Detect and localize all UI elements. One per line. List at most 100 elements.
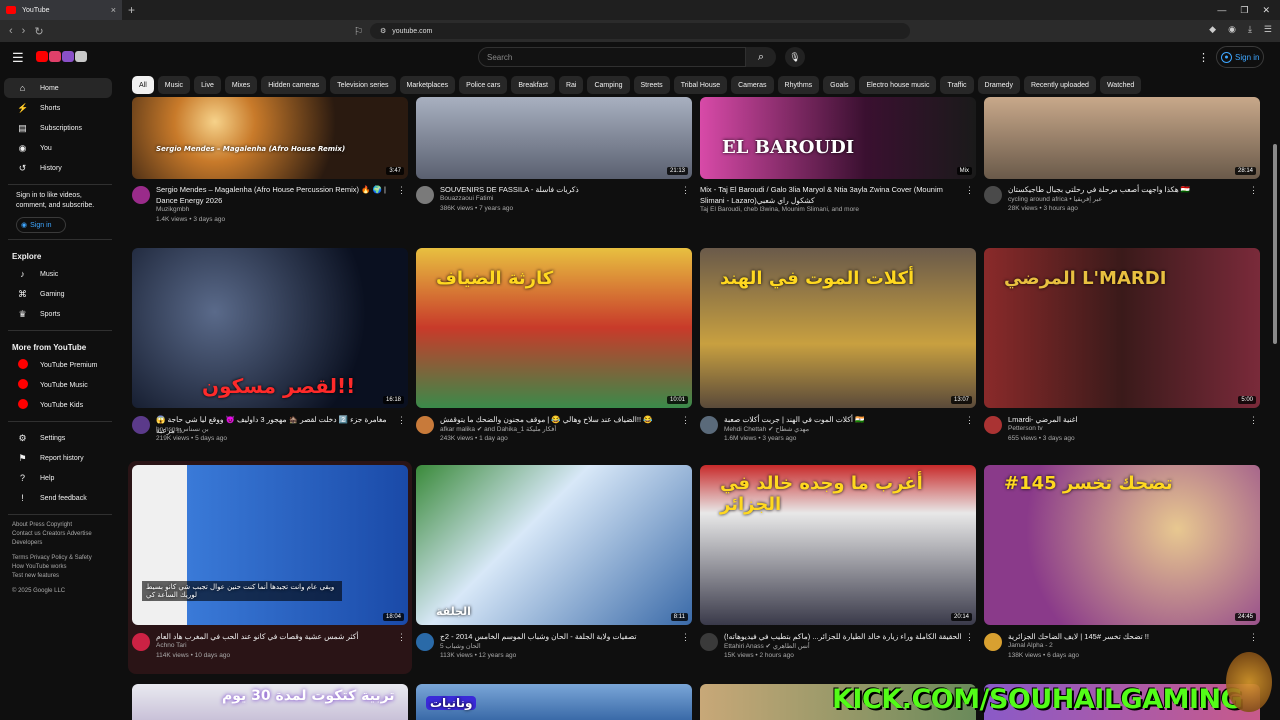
- channel-avatar[interactable]: [132, 416, 150, 434]
- filter-chip[interactable]: Rhythms: [777, 76, 820, 94]
- video-thumbnail[interactable]: #145 تضحك تخسر 24:45: [984, 465, 1260, 625]
- video-title[interactable]: هكذا واجهت أصعب مرحلة في رحلتي بجبال طاج…: [1008, 184, 1248, 195]
- video-title[interactable]: أكلات الموت في الهند | جربت أكلات صعبة 🇮…: [724, 414, 964, 425]
- filter-chip[interactable]: Streets: [633, 76, 670, 94]
- channel-avatar[interactable]: [984, 186, 1002, 204]
- profile-icon[interactable]: ◉: [1228, 24, 1236, 35]
- site-info-icon[interactable]: ⚙: [380, 27, 386, 35]
- sidebar-item-history[interactable]: ↺ History: [4, 158, 112, 178]
- video-thumbnail[interactable]: كارثة الضياف 10:01: [416, 248, 692, 408]
- more-actions-icon[interactable]: ⋮: [965, 415, 974, 426]
- video-thumbnail[interactable]: لقصر مسكون!! 16:18: [132, 248, 408, 408]
- channel-name[interactable]: Muzikgmbh: [156, 206, 189, 213]
- more-actions-icon[interactable]: ⋮: [397, 185, 406, 196]
- search-input[interactable]: Search: [478, 47, 746, 67]
- channel-name[interactable]: الحان وشباب 5: [440, 642, 481, 650]
- footer-link[interactable]: Developers: [12, 539, 108, 548]
- sidebar-item-shorts[interactable]: ⚡ Shorts: [4, 98, 112, 118]
- footer-link[interactable]: About Press Copyright: [12, 521, 108, 530]
- video-thumbnail[interactable]: 21:13: [416, 97, 692, 179]
- channel-avatar[interactable]: [416, 416, 434, 434]
- sidebar-item-you[interactable]: ◉ You: [4, 138, 112, 158]
- video-thumbnail[interactable]: ونانيات: [416, 684, 692, 720]
- filter-chip[interactable]: Camping: [587, 76, 630, 94]
- channel-avatar[interactable]: [416, 186, 434, 204]
- url-field[interactable]: ⚙ youtube.com: [370, 23, 910, 39]
- channel-name[interactable]: Mehdi Chettah ✔ مهدي شطاح: [724, 425, 809, 433]
- video-thumbnail[interactable]: أغرب ما وجده خالد في الجزائر 20:14: [700, 465, 976, 625]
- footer-link[interactable]: Test new features: [12, 572, 108, 581]
- more-actions-icon[interactable]: ⋮: [681, 632, 690, 643]
- video-title[interactable]: تضحك تخسر #145 | لايف الضاحك الجزائرية !…: [1008, 631, 1248, 642]
- sign-in-button[interactable]: ● Sign in: [1216, 46, 1264, 68]
- filter-chip[interactable]: Traffic: [940, 76, 974, 94]
- sidebar-item-sports[interactable]: ♛ Sports: [4, 304, 112, 324]
- menu-hamburger-icon[interactable]: ☰: [12, 50, 24, 66]
- video-thumbnail[interactable]: وبقى عام وانت تجبدها أنما كنت حنين عوال …: [132, 465, 408, 625]
- video-thumbnail[interactable]: تربية كتكوت لمدة 30 يوم: [132, 684, 408, 720]
- sidebar-sign-in-button[interactable]: ◉ Sign in: [16, 217, 66, 233]
- download-icon[interactable]: ⤓: [1248, 24, 1252, 35]
- filter-chip[interactable]: Mixes: [224, 76, 258, 94]
- video-title[interactable]: أكثر شمس عشية وقصات في كانو عند الحب في …: [156, 631, 396, 642]
- bookmark-icon[interactable]: ⚐: [354, 25, 364, 38]
- filter-chip[interactable]: Hidden cameras: [261, 76, 327, 94]
- forward-icon[interactable]: ›: [22, 25, 26, 37]
- sidebar-item-send-feedback[interactable]: ! Send feedback: [4, 488, 112, 508]
- youtube-logo[interactable]: [36, 51, 87, 62]
- sidebar-item-home[interactable]: ⌂ Home: [4, 78, 112, 98]
- footer-link[interactable]: Terms Privacy Policy & Safety: [12, 554, 108, 563]
- restore-icon[interactable]: ❐: [1240, 5, 1248, 16]
- filter-chip[interactable]: Breakfast: [511, 76, 555, 94]
- filter-chip[interactable]: Marketplaces: [399, 76, 456, 94]
- filter-chip[interactable]: Goals: [823, 76, 856, 94]
- sidebar-item-help[interactable]: ? Help: [4, 468, 112, 488]
- video-title[interactable]: SOUVENIRS DE FASSILA - ذكريات فاسلة: [440, 184, 680, 195]
- channel-name[interactable]: Ettahiri Anass ✔ أنس الطاهري: [724, 642, 810, 650]
- channel-avatar[interactable]: [700, 633, 718, 651]
- scrollbar-thumb[interactable]: [1273, 144, 1277, 344]
- more-actions-icon[interactable]: ⋮: [397, 632, 406, 643]
- more-actions-icon[interactable]: ⋮: [1249, 415, 1258, 426]
- filter-chip[interactable]: Cameras: [731, 76, 774, 94]
- video-title[interactable]: Lmardi- اغنية المرضي: [1008, 414, 1248, 425]
- filter-chip[interactable]: Television series: [330, 76, 396, 94]
- video-thumbnail[interactable]: الجلفة 8:11: [416, 465, 692, 625]
- channel-name[interactable]: afkar malika ✔ and Dahika_1 أفكار مليكة: [440, 425, 556, 433]
- channel-avatar[interactable]: [416, 633, 434, 651]
- video-title[interactable]: الحقيقة الكاملة وراء زيارة خالد الطيارة …: [724, 631, 964, 642]
- channel-avatar[interactable]: [132, 186, 150, 204]
- filter-chip[interactable]: Recently uploaded: [1023, 76, 1096, 94]
- close-window-icon[interactable]: ✕: [1262, 5, 1270, 16]
- back-icon[interactable]: ‹: [9, 25, 13, 37]
- filter-chip[interactable]: All: [132, 76, 154, 94]
- filter-chip[interactable]: Dramedy: [977, 76, 1020, 94]
- footer-link[interactable]: How YouTube works: [12, 563, 108, 572]
- scrollbar[interactable]: [1272, 100, 1278, 720]
- channel-name[interactable]: Jamal Alpha - 2: [1008, 642, 1053, 649]
- video-title[interactable]: الضياف عند سلاح وهالي 😂 | موقف مجنون وال…: [440, 414, 680, 425]
- video-thumbnail[interactable]: أكلات الموت في الهند 13:07: [700, 248, 976, 408]
- video-thumbnail[interactable]: المرضي L'MARDI 5:00: [984, 248, 1260, 408]
- more-actions-icon[interactable]: ⋮: [681, 415, 690, 426]
- sidebar-item-report-history[interactable]: ⚑ Report history: [4, 448, 112, 468]
- sidebar-item-gaming[interactable]: ⌘ Gaming: [4, 284, 112, 304]
- browser-tab[interactable]: YouTube ×: [0, 0, 122, 20]
- channel-name[interactable]: Achno Tari: [156, 642, 187, 649]
- channel-avatar[interactable]: [132, 633, 150, 651]
- filter-chip[interactable]: Electro house music: [859, 76, 937, 94]
- filter-chip[interactable]: Live: [194, 76, 221, 94]
- menu-icon[interactable]: ☰: [1264, 24, 1272, 35]
- filter-chip[interactable]: Police cars: [459, 76, 508, 94]
- reload-icon[interactable]: ↻: [34, 25, 43, 38]
- close-tab-icon[interactable]: ×: [111, 5, 116, 15]
- channel-name[interactable]: Petterson tv: [1008, 425, 1043, 432]
- footer-link[interactable]: Contact us Creators Advertise: [12, 530, 108, 539]
- sidebar-item-subscriptions[interactable]: ▤ Subscriptions: [4, 118, 112, 138]
- channel-avatar[interactable]: [984, 416, 1002, 434]
- video-title[interactable]: Sergio Mendes – Magalenha (Afro House Pe…: [156, 184, 396, 206]
- channel-avatar[interactable]: [700, 416, 718, 434]
- more-actions-icon[interactable]: ⋮: [965, 185, 974, 196]
- voice-search-button[interactable]: 🎙: [785, 47, 805, 67]
- more-actions-icon[interactable]: ⋮: [681, 185, 690, 196]
